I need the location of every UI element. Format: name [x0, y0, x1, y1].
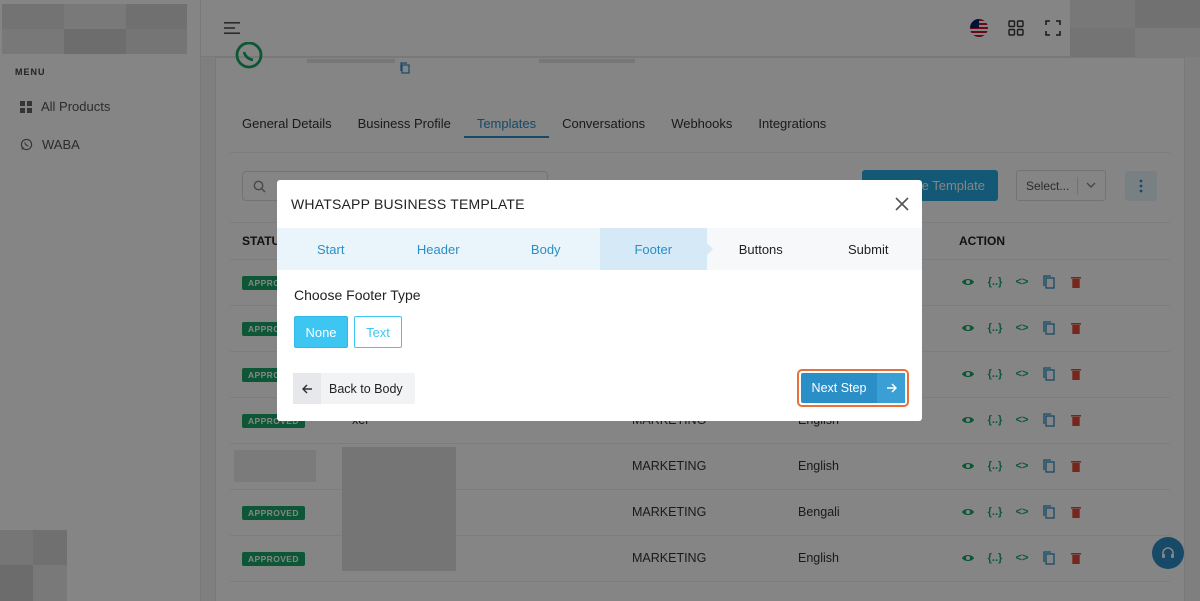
next-button-label: Next Step [811, 381, 867, 395]
footer-option-text[interactable]: Text [354, 316, 402, 348]
step-body[interactable]: Body [492, 228, 600, 270]
next-step-highlight: Next Step [797, 369, 909, 407]
wizard-steps: Start Header Body Footer Buttons Submit [277, 228, 922, 270]
close-icon[interactable] [894, 196, 910, 212]
step-header[interactable]: Header [385, 228, 493, 270]
arrow-right-icon [877, 373, 905, 403]
footer-option-none[interactable]: None [294, 316, 348, 348]
step-submit[interactable]: Submit [814, 228, 922, 270]
step-footer[interactable]: Footer [599, 228, 713, 270]
modal-title: WHATSAPP BUSINESS TEMPLATE [291, 196, 525, 212]
back-to-body-button[interactable]: Back to Body [293, 373, 415, 404]
footer-type-title: Choose Footer Type [294, 287, 421, 303]
template-wizard-modal: WHATSAPP BUSINESS TEMPLATE Start Header … [277, 180, 922, 421]
step-buttons[interactable]: Buttons [707, 228, 815, 270]
back-button-label: Back to Body [329, 381, 403, 396]
next-step-button[interactable]: Next Step [801, 373, 905, 403]
step-start[interactable]: Start [277, 228, 385, 270]
arrow-left-icon [293, 373, 321, 404]
